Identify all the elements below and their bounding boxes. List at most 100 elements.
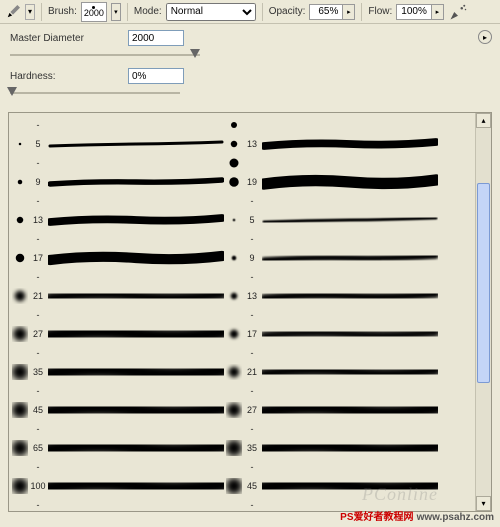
panel-menu-button[interactable]: ▸: [478, 30, 492, 44]
mode-select[interactable]: Normal: [166, 3, 256, 21]
brush-preset-item[interactable]: 35: [225, 438, 439, 457]
brush-stroke-preview: [261, 305, 439, 324]
brush-preset-item[interactable]: 27: [11, 324, 225, 343]
brush-preset-item[interactable]: -: [225, 343, 439, 362]
brush-preset-item[interactable]: -: [225, 305, 439, 324]
scrollbar-thumb[interactable]: [477, 183, 490, 383]
brush-stroke-preview: [261, 343, 439, 362]
brush-preview-icon: [11, 402, 29, 418]
brush-preview-icon: [11, 440, 29, 456]
brush-stroke-preview: [261, 210, 439, 229]
brush-stroke-preview: [261, 153, 439, 172]
brush-preset-item[interactable]: 27: [225, 400, 439, 419]
brush-size-label: -: [243, 386, 261, 396]
brush-preset-item[interactable]: -: [11, 457, 225, 476]
brush-preset-item[interactable]: 19: [225, 172, 439, 191]
brush-size-label: -: [29, 272, 47, 282]
opacity-dropdown-arrow[interactable]: ▸: [343, 4, 355, 20]
brush-label: Brush:: [48, 6, 77, 17]
brush-preview-icon: [11, 288, 29, 304]
brush-preset-item[interactable]: -: [11, 191, 225, 210]
slider-thumb[interactable]: [7, 87, 17, 96]
brush-preset-item[interactable]: 5: [11, 134, 225, 153]
brush-preset-item[interactable]: 9: [225, 248, 439, 267]
brush-preset-item[interactable]: -: [225, 267, 439, 286]
scroll-up-button[interactable]: ▴: [476, 113, 491, 128]
brush-preset-item[interactable]: 65: [11, 438, 225, 457]
brush-preset-item[interactable]: 100: [11, 476, 225, 495]
brush-stroke-preview: [261, 381, 439, 400]
brush-preset-item[interactable]: -: [11, 495, 225, 511]
hardness-input[interactable]: [128, 68, 184, 84]
brush-size-label: 21: [29, 291, 47, 301]
brush-stroke-preview: [261, 400, 439, 419]
opacity-value[interactable]: 65%: [309, 4, 343, 20]
flow-dropdown-arrow[interactable]: ▸: [432, 4, 444, 20]
airbrush-icon[interactable]: [448, 2, 468, 22]
brush-preset-item[interactable]: 45: [11, 400, 225, 419]
brush-stroke-preview: [261, 191, 439, 210]
master-diameter-input[interactable]: [128, 30, 184, 46]
brush-preset-item[interactable]: 13: [225, 286, 439, 305]
scrollbar[interactable]: ▴ ▾: [475, 113, 491, 511]
slider-thumb[interactable]: [190, 49, 200, 58]
brush-preview-icon: [225, 402, 243, 418]
brush-preset-item[interactable]: [225, 153, 439, 172]
brush-preset-item[interactable]: 13: [225, 134, 439, 153]
brush-stroke-preview: [47, 495, 225, 511]
brush-size-label: 19: [243, 177, 261, 187]
brush-stroke-preview: [47, 172, 225, 191]
brush-stroke-preview: [261, 286, 439, 305]
hardness-slider[interactable]: [10, 86, 180, 100]
brush-preset-item[interactable]: -: [225, 495, 439, 511]
brush-preset-item[interactable]: 21: [11, 286, 225, 305]
brush-list-scroll-area[interactable]: - 5 - 9 - 13: [9, 113, 475, 511]
options-toolbar: ▾ Brush: 2000 ▾ Mode: Normal Opacity: 65…: [0, 0, 500, 24]
flow-field[interactable]: 100% ▸: [396, 4, 444, 20]
brush-preset-item[interactable]: -: [11, 153, 225, 172]
brush-preset-item[interactable]: 9: [11, 172, 225, 191]
brush-size-label: -: [29, 196, 47, 206]
tool-preset-picker[interactable]: ▾: [25, 4, 35, 20]
opacity-field[interactable]: 65% ▸: [309, 4, 355, 20]
brush-preset-item[interactable]: -: [11, 343, 225, 362]
scroll-down-button[interactable]: ▾: [476, 496, 491, 511]
separator: [41, 3, 42, 21]
brush-preview-icon: [11, 136, 29, 152]
brush-stroke-preview: [261, 115, 439, 134]
brush-preset-item[interactable]: -: [11, 305, 225, 324]
brush-size-label: -: [243, 500, 261, 510]
flow-value[interactable]: 100%: [396, 4, 432, 20]
brush-preset-item[interactable]: -: [11, 381, 225, 400]
brush-preset-item[interactable]: -: [225, 229, 439, 248]
brush-preset-dropdown[interactable]: ▾: [111, 3, 121, 21]
brush-stroke-preview: [261, 324, 439, 343]
brush-preset-item[interactable]: [225, 115, 439, 134]
brush-preset-item[interactable]: 5: [225, 210, 439, 229]
brush-tool-icon: [5, 4, 21, 20]
brush-preset-item[interactable]: -: [225, 381, 439, 400]
brush-preset-item[interactable]: -: [225, 419, 439, 438]
brush-size-label: -: [29, 348, 47, 358]
brush-stroke-preview: [261, 229, 439, 248]
brush-preset-item[interactable]: 45: [225, 476, 439, 495]
brush-preset-item[interactable]: -: [225, 191, 439, 210]
brush-preset-item[interactable]: 13: [11, 210, 225, 229]
brush-preset-item[interactable]: 35: [11, 362, 225, 381]
brush-preset-item[interactable]: 17: [11, 248, 225, 267]
brush-preset-item[interactable]: -: [225, 457, 439, 476]
brush-preset-swatch[interactable]: 2000: [81, 2, 107, 22]
brush-stroke-preview: [47, 267, 225, 286]
brush-preview-icon: [11, 174, 29, 190]
master-diameter-slider[interactable]: [10, 48, 200, 62]
brush-size-label: 9: [243, 253, 261, 263]
brush-preset-item[interactable]: -: [11, 419, 225, 438]
brush-preset-item[interactable]: 21: [225, 362, 439, 381]
brush-preset-item[interactable]: -: [11, 115, 225, 134]
brush-preset-item[interactable]: -: [11, 229, 225, 248]
brush-stroke-preview: [47, 229, 225, 248]
scrollbar-track[interactable]: [476, 128, 491, 496]
brush-size-label: 13: [243, 139, 261, 149]
brush-preset-item[interactable]: 17: [225, 324, 439, 343]
brush-preset-item[interactable]: -: [11, 267, 225, 286]
